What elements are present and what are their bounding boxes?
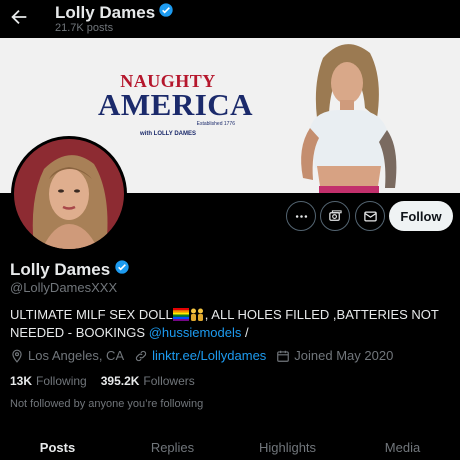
banner-photo — [301, 44, 397, 193]
back-arrow-icon[interactable] — [8, 6, 30, 28]
profile-bio: ULTIMATE MILF SEX DOLL, ALL HOLES FILLED… — [10, 307, 439, 340]
profile-avatar[interactable] — [11, 136, 127, 252]
location: Los Angeles, CA — [10, 348, 124, 363]
website-link[interactable]: linktr.ee/Lollydames — [152, 348, 266, 363]
profile-tabs: Posts Replies Highlights Media — [0, 432, 460, 460]
more-dots-icon — [295, 214, 307, 218]
more-options-button[interactable] — [286, 201, 316, 231]
following-link[interactable]: 13K Following — [10, 374, 87, 388]
bio-mention-link[interactable]: @hussiemodels — [149, 325, 242, 340]
user-handle: @LollyDamesXXX — [10, 280, 118, 295]
tab-highlights[interactable]: Highlights — [230, 432, 345, 460]
join-date: Joined May 2020 — [276, 348, 393, 363]
tab-media[interactable]: Media — [345, 432, 460, 460]
website[interactable]: linktr.ee/Lollydames — [134, 348, 266, 363]
women-holding-hands-icon — [190, 308, 203, 321]
calendar-icon — [277, 350, 290, 362]
brand-logo: NAUGHTY AMERICA Established 1776 with LO… — [98, 71, 254, 137]
top-bar: Lolly Dames 21.7K posts — [0, 0, 460, 38]
display-name: Lolly Dames — [10, 259, 130, 280]
header-name: Lolly Dames — [55, 2, 156, 22]
header-title: Lolly Dames — [55, 2, 174, 23]
tab-posts[interactable]: Posts — [0, 432, 115, 460]
location-pin-icon — [12, 349, 22, 363]
followers-link[interactable]: 395.2K Followers — [101, 374, 195, 388]
display-name-text: Lolly Dames — [10, 259, 111, 279]
verified-badge-icon[interactable] — [114, 259, 130, 280]
not-followed-note: Not followed by anyone you’re following — [10, 398, 204, 410]
envelope-icon — [363, 211, 377, 221]
message-button[interactable] — [355, 201, 385, 231]
link-icon — [136, 350, 147, 361]
rainbow-flag-icon — [172, 308, 189, 321]
follow-stats: 13K Following 395.2K Followers — [10, 374, 209, 388]
post-count: 21.7K posts — [55, 22, 114, 34]
follow-button[interactable]: Follow — [389, 201, 453, 231]
verified-badge-icon — [158, 2, 174, 23]
media-icon — [328, 209, 342, 221]
subscribe-media-button[interactable] — [320, 201, 350, 231]
profile-meta: Los Angeles, CA linktr.ee/Lollydames Joi… — [10, 348, 403, 363]
tab-replies[interactable]: Replies — [115, 432, 230, 460]
